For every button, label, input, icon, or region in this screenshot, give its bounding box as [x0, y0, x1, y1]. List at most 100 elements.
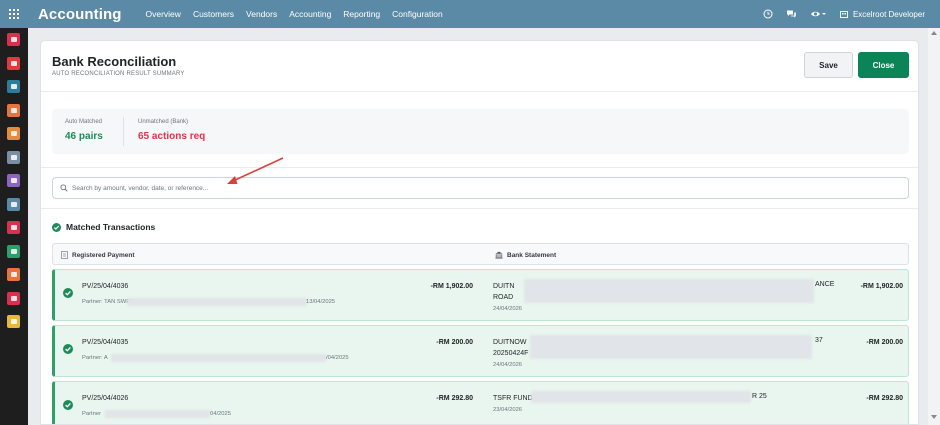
partner-date-tail: /04/2025: [326, 355, 349, 361]
column-registered-payment: Registered Payment: [61, 251, 135, 259]
annotation-arrow-icon: [227, 157, 284, 184]
bank-date: 24/04/2026: [493, 306, 523, 312]
matched-row[interactable]: PV/25/04/4035 Partner: A /04/2025 -RM 20…: [52, 325, 909, 377]
scroll-down-arrow-icon[interactable]: [931, 415, 937, 419]
redacted-block: [531, 391, 751, 403]
user-name: Excelroot Developer: [852, 9, 925, 19]
bank-desc-line1: DUITN: [493, 283, 515, 290]
eye-toggle-icon[interactable]: [810, 9, 826, 19]
page-scrollbar[interactable]: [928, 28, 940, 425]
summary-box: Auto Matched 46 pairs Unmatched (Bank) 6…: [52, 109, 909, 154]
save-button[interactable]: Save: [804, 52, 853, 78]
payment-reference: PV/25/04/4026: [82, 395, 129, 402]
check-circle-icon: [52, 222, 61, 232]
check-circle-icon: [63, 344, 73, 354]
sidebar-app-icon[interactable]: [7, 80, 20, 93]
column-bank-label: Bank Statement: [507, 251, 557, 259]
document-icon: [61, 251, 68, 259]
payment-amount: -RM 292.80: [436, 395, 473, 402]
search-box[interactable]: [52, 177, 909, 199]
bank-amount: -RM 200.00: [866, 339, 903, 346]
payment-reference: PV/25/04/4036: [82, 283, 129, 290]
partner-text: Partner: A: [82, 355, 108, 361]
company-icon: [840, 11, 848, 18]
partner-date-tail: 13/04/2025: [306, 299, 336, 305]
divider: [41, 91, 918, 92]
column-registered-label: Registered Payment: [72, 251, 135, 259]
sidebar-app-icon[interactable]: [7, 127, 20, 140]
sidebar-app-icon[interactable]: [7, 150, 20, 164]
sidebar-app-icon[interactable]: [7, 197, 20, 211]
auto-matched-stat: Auto Matched 46 pairs: [65, 119, 103, 142]
auto-matched-value: 46 pairs: [65, 131, 103, 142]
menu-item-vendors[interactable]: Vendors: [246, 9, 277, 19]
reconciliation-panel: Bank Reconciliation AUTO RECONCILIATION …: [40, 40, 919, 425]
menu-item-reporting[interactable]: Reporting: [343, 9, 380, 19]
sidebar-app-icon[interactable]: [7, 103, 20, 117]
payment-amount: -RM 1,902.00: [430, 283, 473, 290]
bank-date: 24/04/2026: [493, 362, 523, 368]
sidebar-app-icon[interactable]: [7, 315, 20, 328]
sidebar-app-icon[interactable]: [7, 244, 20, 258]
auto-matched-label: Auto Matched: [65, 119, 103, 125]
stat-divider: [123, 117, 124, 146]
menu-item-overview[interactable]: Overview: [146, 9, 181, 19]
matched-row[interactable]: PV/25/04/4036 Partner: TAN SWEE 13/04/20…: [52, 269, 909, 321]
app-name[interactable]: Accounting: [38, 6, 122, 23]
scroll-up-arrow-icon[interactable]: [931, 31, 937, 35]
bank-date: 23/04/2026: [493, 407, 523, 413]
chat-icon[interactable]: [786, 9, 797, 19]
app-sidebar: [0, 28, 28, 425]
bank-description: DUITNOW 20250424F: [493, 337, 528, 359]
divider: [41, 208, 918, 209]
close-button[interactable]: Close: [858, 52, 909, 78]
partner-date-tail: 04/2025: [210, 411, 231, 417]
redacted-block: [524, 279, 814, 303]
matched-row[interactable]: PV/25/04/4026 Partner 04/2025 -RM 292.80…: [52, 381, 909, 424]
main-menu: Overview Customers Vendors Accounting Re…: [146, 9, 443, 19]
redacted-block: [127, 298, 307, 306]
bank-desc-line1: DUITNOW: [493, 339, 527, 346]
partner-text: Partner: [82, 411, 102, 417]
check-circle-icon: [63, 288, 73, 298]
bank-amount: -RM 292.80: [866, 395, 903, 402]
apps-menu-button[interactable]: [0, 0, 28, 28]
matched-section-label: Matched Transactions: [66, 222, 156, 232]
sidebar-app-icon[interactable]: [7, 221, 20, 234]
bank-description: DUITN ROAD: [493, 281, 514, 303]
page-title: Bank Reconciliation: [52, 54, 177, 69]
sidebar-app-icon[interactable]: [7, 268, 20, 281]
payment-amount: -RM 200.00: [436, 339, 473, 346]
payment-reference: PV/25/04/4035: [82, 339, 129, 346]
divider: [41, 167, 918, 168]
matched-section-title: Matched Transactions: [52, 222, 155, 232]
table-header: Registered Payment Bank Statement: [52, 243, 909, 265]
sidebar-app-icon[interactable]: [7, 33, 20, 46]
bank-desc-line2: ROAD: [493, 294, 514, 301]
sidebar-app-icon[interactable]: [7, 56, 20, 70]
bank-icon: [495, 251, 503, 259]
menu-item-accounting[interactable]: Accounting: [289, 9, 331, 19]
bank-desc-line2: 20250424F: [493, 350, 529, 357]
search-input[interactable]: [72, 180, 892, 197]
unmatched-value: 65 actions req: [138, 131, 206, 142]
unmatched-stat: Unmatched (Bank) 65 actions req: [138, 119, 205, 142]
column-bank-statement: Bank Statement: [495, 251, 556, 259]
sidebar-app-icon[interactable]: [7, 174, 20, 187]
redacted-block: [105, 410, 210, 418]
clock-icon[interactable]: [763, 9, 773, 19]
redacted-block: [530, 335, 812, 359]
sidebar-app-icon[interactable]: [7, 291, 20, 305]
redacted-block: [111, 354, 326, 362]
top-navbar: Accounting Overview Customers Vendors Ac…: [0, 0, 940, 28]
search-icon: [60, 184, 68, 192]
bank-description: TSFR FUND: [493, 393, 533, 404]
bank-desc-line1: TSFR FUND: [493, 395, 533, 402]
apps-grid-icon: [9, 9, 19, 19]
check-circle-icon: [63, 400, 73, 410]
menu-item-configuration[interactable]: Configuration: [392, 9, 443, 19]
user-menu[interactable]: Excelroot Developer: [839, 9, 925, 19]
menu-item-customers[interactable]: Customers: [193, 9, 234, 19]
page-subtitle: AUTO RECONCILIATION RESULT SUMMARY: [52, 71, 185, 77]
bank-amount: -RM 1,902.00: [860, 283, 903, 290]
